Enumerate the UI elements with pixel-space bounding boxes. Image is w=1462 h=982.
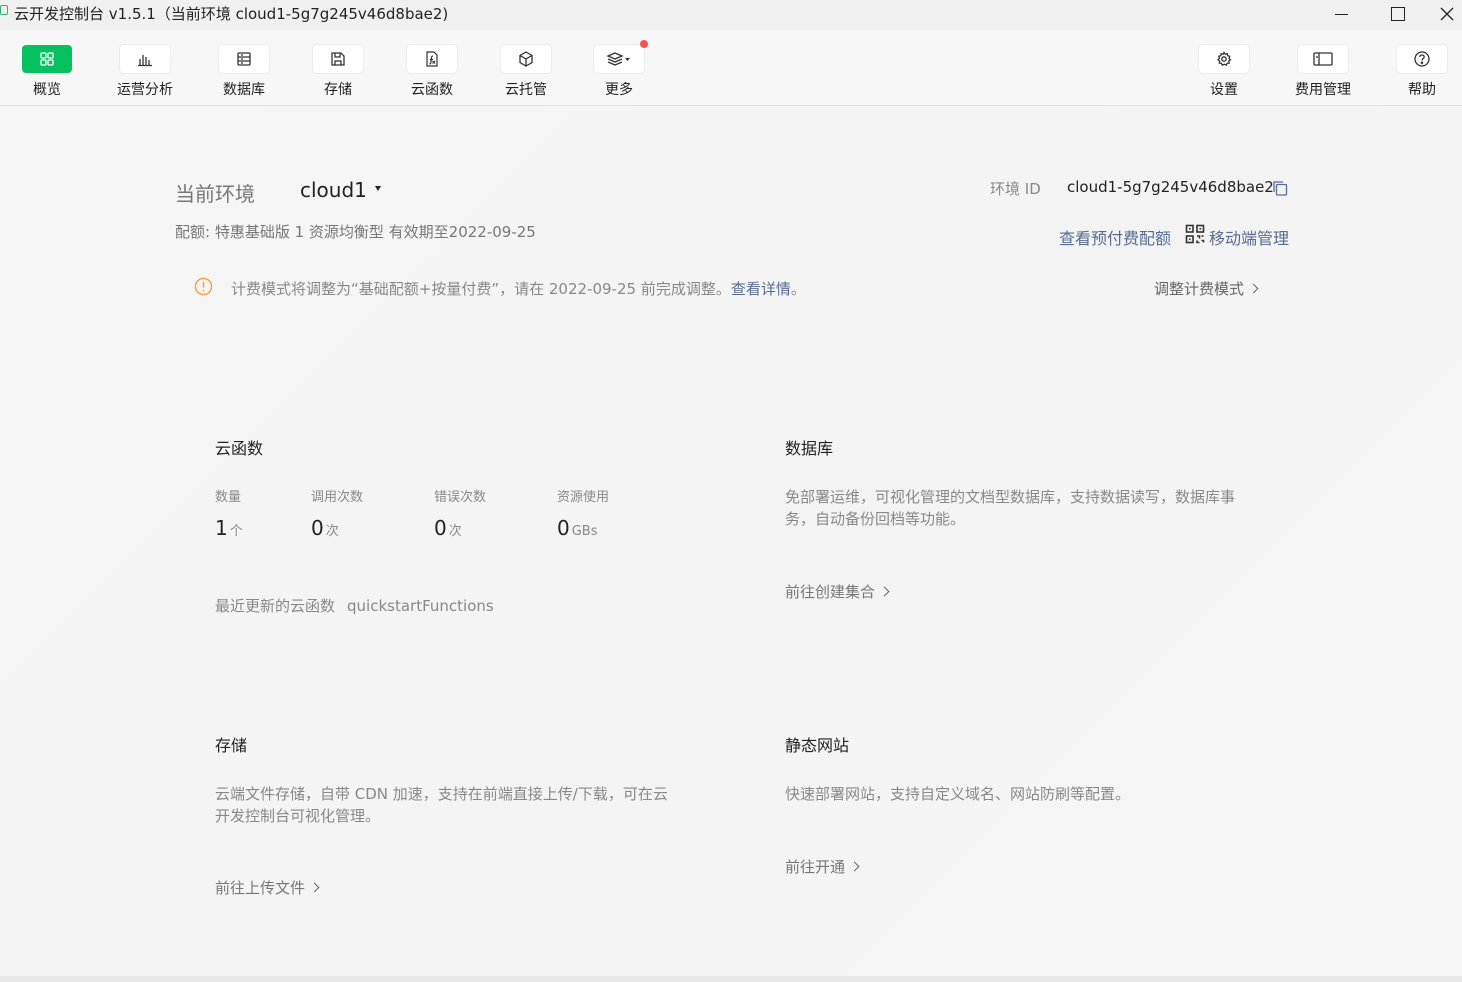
layers-icon [606,52,630,66]
adjust-billing-label: 调整计费模式 [1154,280,1245,298]
window-title: 云开发控制台 v1.5.1（当前环境 cloud1-5g7g245v46d8ba… [14,5,449,23]
billing-icon [1313,52,1333,66]
quota-text: 配额: 特惠基础版 1 资源均衡型 有效期至2022-09-25 [175,223,536,241]
toolbar-label: 云函数 [411,82,453,98]
toolbar-label: 设置 [1210,82,1238,98]
database-card-title: 数据库 [785,439,834,458]
current-env-label: 当前环境 [175,182,255,206]
function-icon [426,51,438,67]
toolbar-functions[interactable]: 云函数 [392,45,472,99]
app-icon [0,5,8,15]
close-button[interactable] [1432,0,1462,28]
close-icon [1440,7,1454,21]
chevron-right-icon [849,861,860,872]
toolbar-label: 存储 [324,82,352,98]
upload-file-link[interactable]: 前往上传文件 [215,877,320,898]
toolbar-overview[interactable]: 概览 [7,45,87,99]
toolbar-label: 帮助 [1408,82,1436,98]
chevron-right-icon [1248,283,1259,294]
env-selector[interactable]: cloud1 [300,178,367,202]
qr-code-icon[interactable] [1185,224,1205,244]
stat-label: 错误次数 [434,490,487,505]
notification-badge [640,40,648,48]
chevron-right-icon [879,586,890,597]
cube-icon [519,51,533,67]
stat-label: 资源使用 [557,490,610,505]
database-desc: 免部署运维，可视化管理的文档型数据库，支持数据读写，数据库事务，自动备份回档等功… [785,488,1236,528]
stat-errors: 0次 [434,516,462,540]
recent-function-label: 最近更新的云函数 [215,597,336,615]
adjust-billing-link[interactable]: 调整计费模式 [1154,278,1259,299]
grid-icon [40,52,54,66]
minimize-button[interactable] [1318,0,1364,28]
toolbar-more[interactable]: 更多 [579,40,659,99]
toolbar-database[interactable]: 数据库 [204,45,284,99]
toolbar-label: 运营分析 [117,82,173,98]
warning-icon [194,277,213,296]
copy-icon[interactable] [1272,180,1288,196]
env-id-label: 环境 ID [990,180,1041,198]
mobile-management-link[interactable]: 移动端管理 [1209,225,1289,249]
toolbar-cloudrun[interactable]: 云托管 [486,45,566,99]
maximize-button[interactable] [1375,0,1421,28]
stat-invocations: 0次 [311,516,339,540]
hosting-desc: 快速部署网站，支持自定义域名、网站防刷等配置。 [785,785,1131,803]
bar-chart-icon [138,55,152,67]
main-toolbar: 概览 运营分析 数据库 存储 云函数 云托管 更多 设置 费用管理 帮助 [0,30,1462,106]
toolbar-label: 云托管 [505,82,547,98]
notice-details-link[interactable]: 查看详情 [731,280,791,298]
floppy-icon [331,52,345,66]
notice-suffix: 。 [790,280,806,298]
env-id-value: cloud1-5g7g245v46d8bae2 [1067,178,1274,196]
billing-notice: 计费模式将调整为“基础配额+按量付费”，请在 2022-09-25 前完成调整。… [231,278,806,299]
toolbar-help[interactable]: 帮助 [1382,45,1462,99]
help-icon [1414,51,1430,67]
functions-card-title: 云函数 [215,439,264,458]
hosting-card-title: 静态网站 [785,736,850,755]
recent-function: 最近更新的云函数 quickstartFunctions [215,595,494,616]
stat-resource-usage: 0 GBs [557,516,598,540]
stat-label: 调用次数 [311,490,364,505]
toolbar-billing[interactable]: 费用管理 [1283,45,1363,99]
bottom-border [0,976,1462,982]
notice-text: 计费模式将调整为“基础配额+按量付费”，请在 2022-09-25 前完成调整。 [231,280,731,298]
stat-label: 数量 [215,490,242,505]
caret-down-icon[interactable] [375,186,381,191]
title-bar: 云开发控制台 v1.5.1（当前环境 cloud1-5g7g245v46d8ba… [0,0,1462,30]
chevron-right-icon [309,882,320,893]
toolbar-label: 费用管理 [1295,82,1351,98]
toolbar-analytics[interactable]: 运营分析 [105,45,185,99]
gear-icon [1216,51,1232,67]
toolbar-settings[interactable]: 设置 [1184,45,1264,99]
storage-card-title: 存储 [215,736,248,755]
toolbar-label: 数据库 [223,82,265,98]
toolbar-label: 更多 [605,82,633,98]
stat-count: 1个 [215,516,243,540]
recent-function-name[interactable]: quickstartFunctions [347,597,494,615]
toolbar-label: 概览 [33,82,61,98]
create-collection-link[interactable]: 前往创建集合 [785,581,890,602]
prepaid-quota-link[interactable]: 查看预付费配额 [1059,225,1171,249]
toolbar-storage[interactable]: 存储 [298,45,378,99]
enable-hosting-link[interactable]: 前往开通 [785,856,860,877]
database-icon [237,52,251,66]
storage-desc: 云端文件存储，自带 CDN 加速，支持在前端直接上传/下载，可在云开发控制台可视… [215,785,668,825]
